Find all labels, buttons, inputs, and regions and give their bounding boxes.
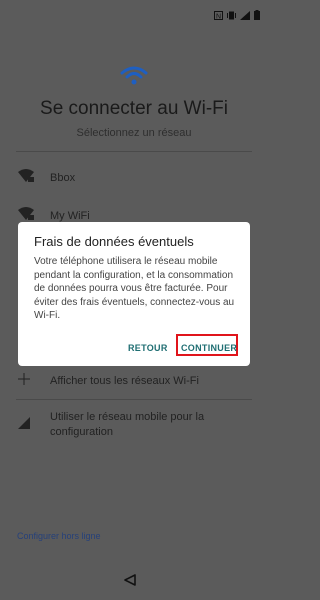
show-all-networks[interactable]: Afficher tous les réseaux Wi-Fi [0,369,268,393]
configure-offline-link[interactable]: Configurer hors ligne [17,531,101,541]
network-item-bbox[interactable]: Bbox [0,160,268,196]
network-name: Bbox [50,172,76,184]
show-all-networks-label: Afficher tous les réseaux Wi-Fi [50,374,199,387]
back-icon[interactable] [124,573,136,591]
retour-button[interactable]: RETOUR [128,343,168,353]
page-subtitle: Sélectionnez un réseau [76,127,192,139]
svg-text:N: N [216,13,221,20]
signal-icon [240,7,250,25]
divider [16,399,252,400]
nfc-icon: N [214,7,223,25]
wifi-icon [118,66,150,86]
data-charges-dialog: Frais de données éventuels Votre télépho… [18,222,250,366]
page-title: Se connecter au Wi-Fi [40,98,228,119]
continuer-button[interactable]: CONTINUER [181,343,237,353]
cell-signal-icon [18,416,30,434]
network-name: My WiFi [50,210,90,222]
use-mobile-network-label: Utiliser le réseau mobile pour la config… [50,411,205,438]
navigation-bar [0,560,268,600]
status-bar: N [0,0,268,28]
plus-icon [18,372,30,390]
vibrate-icon [227,7,236,25]
battery-icon [254,7,260,25]
use-mobile-network[interactable]: Utiliser le réseau mobile pour la config… [0,409,268,441]
divider [16,151,252,152]
dialog-title: Frais de données éventuels [34,234,194,249]
dialog-body: Votre téléphone utilisera le réseau mobi… [34,256,235,321]
wifi-lock-icon [18,168,34,188]
